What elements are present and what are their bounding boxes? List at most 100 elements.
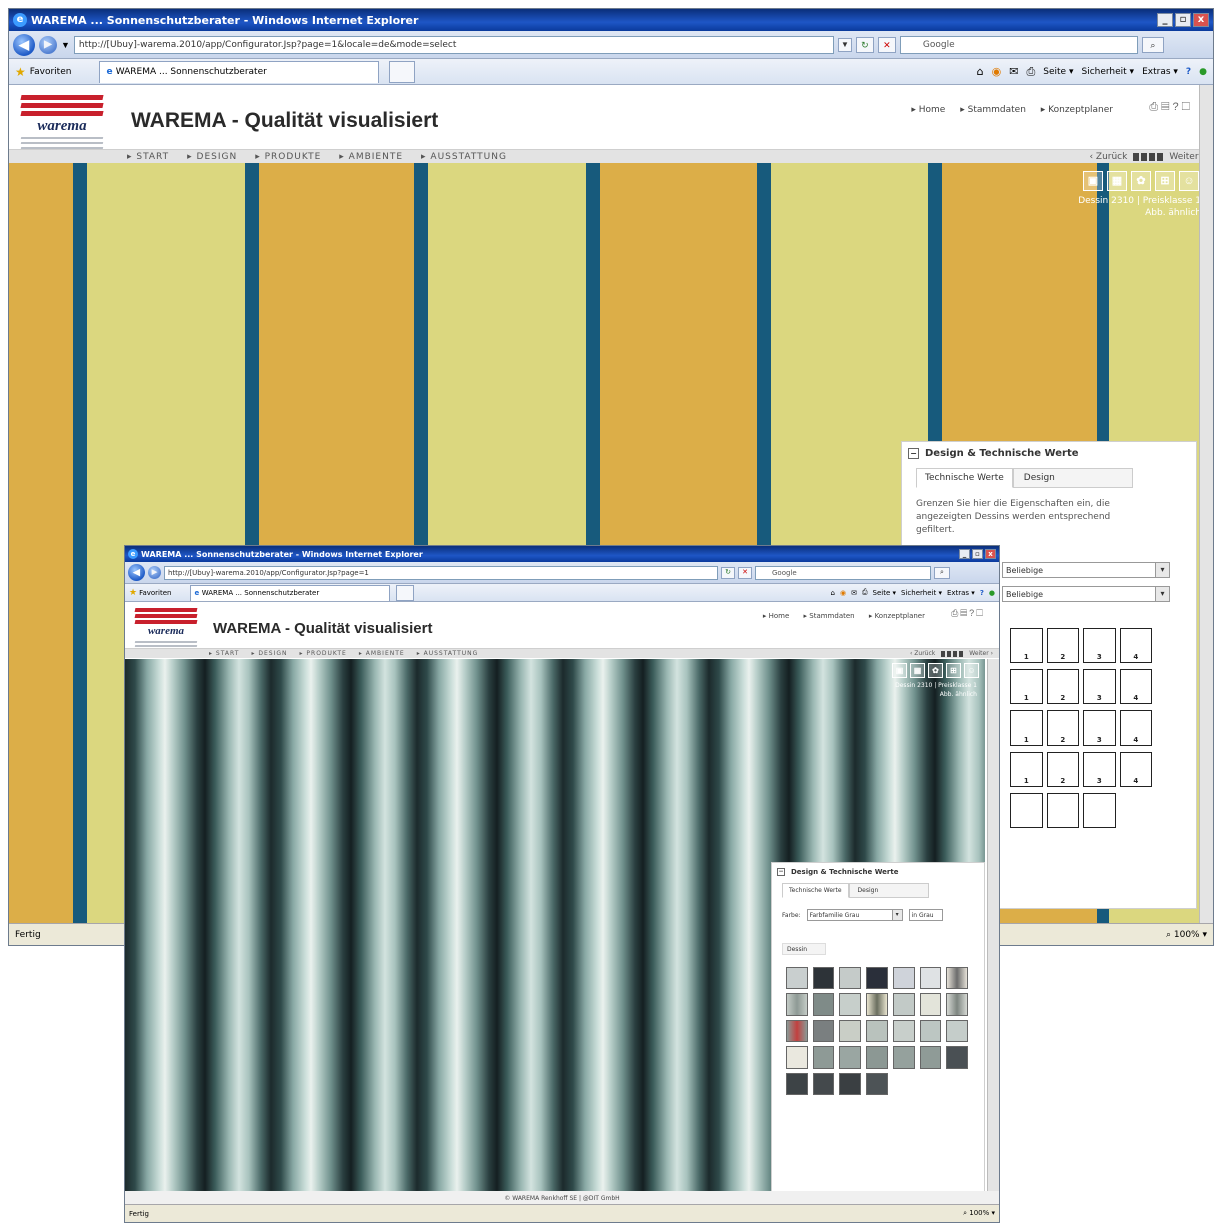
collapse-icon[interactable]: − (777, 868, 785, 876)
close-page-icon[interactable]: ☐ (976, 608, 985, 618)
view-awning-icon[interactable]: ▣ (1083, 171, 1103, 191)
back-scrollbar[interactable] (1199, 85, 1213, 923)
history-dropdown-icon[interactable]: ▼ (61, 40, 70, 50)
swatch[interactable] (892, 1046, 915, 1069)
url-dropdown-icon[interactable]: ▼ (837, 37, 852, 52)
swatch[interactable] (919, 1019, 942, 1043)
view-4-icon[interactable]: 4 (1119, 751, 1152, 787)
front-browser-tab[interactable]: e WAREMA ... Sonnenschutzberater (189, 584, 390, 601)
swatch[interactable] (892, 1019, 915, 1043)
panel-header[interactable]: − Design & Technische Werte (772, 863, 984, 881)
view-person-icon[interactable]: ☺ (964, 663, 979, 678)
swatch[interactable] (892, 993, 915, 1016)
heat-2-icon[interactable]: 2 (1046, 669, 1079, 705)
feeds-icon[interactable]: ◉ (840, 589, 846, 597)
dessin-button[interactable]: Dessin (782, 943, 826, 955)
tools-menu[interactable]: Extras ▾ (1142, 67, 1178, 77)
print-icon[interactable]: ⎙ (862, 588, 868, 597)
next-link[interactable]: Weiter › (969, 650, 993, 657)
back-nav-button[interactable]: ◀ (13, 33, 35, 56)
search-icon[interactable]: ⌕ (934, 566, 950, 579)
print-icon[interactable]: ⎙ (1026, 65, 1035, 79)
glare-4-icon[interactable]: 4 (1119, 710, 1152, 746)
link-konzeptplaner[interactable]: ▸ Konzeptplaner (869, 612, 925, 620)
nav-design[interactable]: ▸ DESIGN (187, 152, 237, 162)
link-home[interactable]: ▸ Home (763, 612, 789, 620)
feeds-icon[interactable]: ◉ (992, 65, 1002, 78)
safety-menu[interactable]: Sicherheit ▾ (901, 589, 942, 597)
view-awning-icon[interactable]: ▣ (892, 663, 907, 678)
link-stammdaten[interactable]: ▸ Stammdaten (960, 105, 1026, 115)
opacity-1-icon[interactable]: 1 (1010, 628, 1043, 664)
swatch[interactable] (866, 967, 888, 990)
home-icon[interactable]: ⌂ (977, 65, 984, 78)
nav-ausstattung[interactable]: ▸ AUSSTATTUNG (421, 152, 507, 162)
view-plant-icon[interactable]: ✿ (928, 663, 943, 678)
tab-technische-werte[interactable]: Technische Werte (782, 883, 849, 898)
heat-3-icon[interactable]: 3 (1083, 669, 1116, 705)
close-button[interactable]: x (1193, 13, 1209, 27)
mail-icon[interactable]: ✉ (851, 589, 857, 597)
opacity-4-icon[interactable]: 4 (1119, 628, 1152, 664)
favorites-label[interactable]: Favoriten (139, 589, 171, 597)
stop-icon[interactable]: ✕ (738, 566, 752, 579)
swatch[interactable] (866, 1019, 888, 1043)
swatch[interactable] (866, 993, 888, 1016)
view-person-icon[interactable]: ☺ (1179, 171, 1199, 191)
view-3-icon[interactable]: 3 (1083, 751, 1116, 787)
swatch[interactable] (786, 1072, 808, 1095)
maximize-button[interactable]: ▫ (1175, 13, 1191, 27)
safety-menu[interactable]: Sicherheit ▾ (1081, 67, 1134, 77)
swatch[interactable] (839, 1072, 862, 1095)
swatch[interactable] (812, 1072, 835, 1095)
nav-start[interactable]: ▸ START (209, 650, 239, 657)
tab-design[interactable]: Design (848, 883, 929, 898)
heat-1-icon[interactable]: 1 (1010, 669, 1043, 705)
swatch[interactable] (839, 967, 862, 990)
forward-nav-button[interactable]: ▶ (39, 35, 57, 54)
link-konzeptplaner[interactable]: ▸ Konzeptplaner (1041, 105, 1113, 115)
mail-icon[interactable]: ✉ (1009, 65, 1018, 78)
swatch[interactable] (919, 1046, 942, 1069)
view-window-icon[interactable]: ▦ (1107, 171, 1127, 191)
save-icon[interactable]: ▤ (1161, 101, 1172, 113)
swatch[interactable] (839, 1046, 862, 1069)
swatch[interactable] (812, 1019, 835, 1043)
front-url-field[interactable]: http://[Ubuy]-warema.2010/app/Configurat… (164, 565, 718, 580)
swatch[interactable] (919, 967, 942, 990)
stop-icon[interactable]: ✕ (877, 36, 896, 53)
nav-produkte[interactable]: ▸ PRODUKTE (255, 152, 321, 162)
back-search-field[interactable]: Google (899, 35, 1138, 54)
warema-logo[interactable]: warema (20, 95, 104, 153)
special-1-icon[interactable] (1010, 792, 1043, 828)
print-page-icon[interactable]: ⎙ (951, 608, 960, 618)
swatch[interactable] (946, 967, 968, 990)
back-link[interactable]: ‹ Zurück (1089, 152, 1127, 162)
new-tab-button[interactable] (389, 60, 416, 83)
swatch[interactable] (812, 967, 835, 990)
tab-design[interactable]: Design (1012, 468, 1133, 488)
help-icon[interactable]: ? (1186, 67, 1191, 77)
nav-ausstattung[interactable]: ▸ AUSSTATTUNG (417, 650, 479, 657)
back-window-titlebar[interactable]: e WAREMA ... Sonnenschutzberater - Windo… (9, 9, 1213, 31)
save-icon[interactable]: ▤ (960, 608, 969, 618)
favorites-star-icon[interactable]: ★ (129, 588, 137, 598)
back-nav-button[interactable]: ◀ (128, 564, 145, 581)
swatch[interactable] (946, 1046, 968, 1069)
glare-1-icon[interactable]: 1 (1010, 710, 1043, 746)
nav-produkte[interactable]: ▸ PRODUKTE (299, 650, 346, 657)
front-window-titlebar[interactable]: e WAREMA ... Sonnenschutzberater - Windo… (125, 546, 999, 562)
minimize-button[interactable]: _ (959, 549, 970, 559)
swatch[interactable] (786, 1046, 808, 1069)
special-3-icon[interactable] (1083, 792, 1116, 828)
special-2-icon[interactable] (1046, 792, 1079, 828)
tab-technische-werte[interactable]: Technische Werte (916, 468, 1013, 488)
back-browser-tab[interactable]: e WAREMA ... Sonnenschutzberater (99, 60, 380, 83)
page-menu[interactable]: Seite ▾ (1043, 67, 1073, 77)
swatch[interactable] (866, 1072, 888, 1095)
extra-field[interactable]: in Grau (908, 909, 943, 921)
glare-2-icon[interactable]: 2 (1046, 710, 1079, 746)
zoom-control[interactable]: ⌕ 100% ▾ (963, 1209, 995, 1218)
addon-icon[interactable]: ● (989, 589, 995, 597)
collapse-icon[interactable]: − (908, 447, 919, 459)
